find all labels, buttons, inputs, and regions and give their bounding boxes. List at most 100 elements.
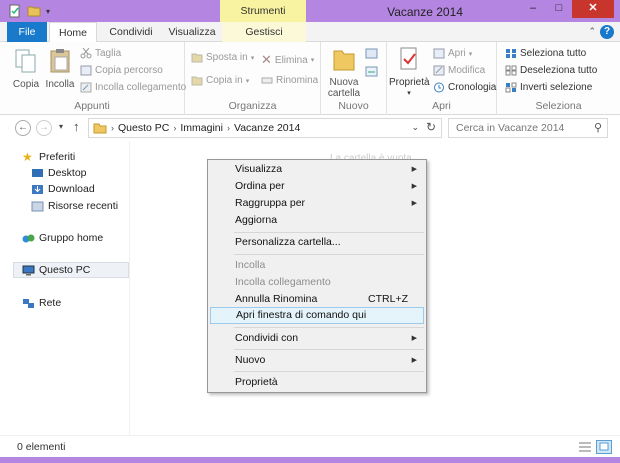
delete-button[interactable]: ✕ Elimina ▾ bbox=[261, 52, 314, 68]
select-none-button[interactable]: Deseleziona tutto bbox=[505, 65, 597, 76]
copy-button[interactable]: Copia bbox=[12, 48, 40, 90]
properties-dropdown-icon: ▾ bbox=[407, 90, 411, 97]
nav-recent-label: Risorse recenti bbox=[48, 200, 119, 212]
menu-sort-by-label: Ordina per bbox=[235, 180, 285, 192]
group-open-label: Apri bbox=[432, 100, 451, 112]
breadcrumb-pictures[interactable]: Immagini bbox=[180, 122, 223, 134]
delete-dropdown-icon: ▾ bbox=[310, 57, 315, 64]
select-all-button[interactable]: Seleziona tutto bbox=[505, 48, 586, 59]
menu-refresh[interactable]: Aggiorna bbox=[210, 212, 424, 229]
history-button[interactable]: Cronologia bbox=[433, 82, 496, 93]
copy-path-label: Copia percorso bbox=[95, 65, 163, 76]
search-icon[interactable]: ⚲ bbox=[594, 119, 602, 137]
menu-separator bbox=[234, 327, 424, 328]
group-select: Seleziona tutto Deseleziona tutto Invert… bbox=[497, 42, 620, 115]
menu-new[interactable]: Nuovo ▶ bbox=[210, 352, 424, 369]
tab-view[interactable]: Visualizza bbox=[162, 22, 222, 42]
help-icon[interactable]: ? bbox=[600, 25, 614, 39]
details-view-icon[interactable] bbox=[577, 440, 593, 454]
up-button[interactable]: ↑ bbox=[73, 119, 80, 134]
tab-share[interactable]: Condividi bbox=[100, 22, 162, 42]
address-dropdown-icon[interactable]: ⌄ bbox=[411, 122, 419, 133]
menu-open-command-window[interactable]: Apri finestra di comando qui bbox=[210, 307, 424, 324]
edit-button[interactable]: Modifica bbox=[433, 65, 485, 76]
new-folder-icon[interactable] bbox=[27, 4, 41, 18]
tab-home[interactable]: Home bbox=[49, 22, 97, 43]
nav-recent[interactable]: Risorse recenti bbox=[31, 200, 118, 212]
menu-view[interactable]: Visualizza ▶ bbox=[210, 161, 424, 178]
properties-big-icon bbox=[400, 47, 417, 70]
menu-share-with[interactable]: Condividi con ▶ bbox=[210, 330, 424, 347]
nav-download[interactable]: Download bbox=[31, 183, 95, 195]
customize-toolbar-icon[interactable]: ▾ bbox=[46, 7, 50, 16]
maximize-button[interactable]: □ bbox=[546, 0, 572, 18]
edit-icon bbox=[433, 65, 445, 76]
breadcrumb-current[interactable]: Vacanze 2014 bbox=[234, 122, 300, 134]
menu-customize-folder[interactable]: Personalizza cartella... bbox=[210, 234, 424, 251]
computer-icon bbox=[22, 265, 35, 275]
nav-this-pc[interactable]: Questo PC bbox=[13, 262, 129, 278]
tab-file[interactable]: File bbox=[7, 22, 47, 42]
edit-label: Modifica bbox=[448, 65, 486, 76]
status-bar: 0 elementi bbox=[0, 435, 620, 457]
menu-undo-rename[interactable]: Annulla Rinomina CTRL+Z bbox=[210, 291, 424, 308]
nav-homegroup[interactable]: Gruppo home bbox=[22, 232, 103, 244]
move-to-button[interactable]: Sposta in ▾ bbox=[191, 52, 254, 63]
menu-undo-rename-label: Annulla Rinomina bbox=[235, 293, 318, 305]
group-select-label: Seleziona bbox=[535, 100, 582, 112]
copy-label: Copia bbox=[12, 79, 40, 90]
menu-open-cmd-label: Apri finestra di comando qui bbox=[236, 309, 367, 321]
nav-favorites[interactable]: ★ Preferiti bbox=[22, 151, 75, 164]
new-folder-button[interactable]: Nuova cartella bbox=[327, 46, 361, 99]
new-item-icon[interactable] bbox=[365, 48, 379, 60]
menu-properties[interactable]: Proprietà bbox=[210, 374, 424, 391]
paste-button[interactable]: Incolla bbox=[44, 48, 76, 90]
address-bar[interactable]: › Questo PC › Immagini › Vacanze 2014 ⌄ … bbox=[88, 118, 442, 138]
collapse-ribbon-icon[interactable]: ⌃ bbox=[588, 26, 596, 37]
group-open: Proprietà ▾ Apri ▾ Modifica Cronologia Ap… bbox=[387, 42, 497, 115]
copy-icon bbox=[15, 49, 36, 73]
recent-places-icon bbox=[31, 201, 44, 211]
open-label: Apri bbox=[448, 48, 466, 59]
menu-undo-shortcut: CTRL+Z bbox=[368, 293, 408, 305]
close-button[interactable]: ✕ bbox=[572, 0, 614, 18]
menu-view-label: Visualizza bbox=[235, 163, 283, 175]
rename-icon bbox=[261, 77, 273, 84]
forward-button[interactable]: → bbox=[36, 120, 52, 136]
menu-paste-shortcut-label: Incolla collegamento bbox=[235, 276, 331, 288]
tab-manage[interactable]: Gestisci bbox=[222, 22, 306, 42]
menu-customize-label: Personalizza cartella... bbox=[235, 236, 341, 248]
copy-path-button[interactable]: Copia percorso bbox=[80, 65, 163, 76]
paste-icon bbox=[50, 49, 70, 73]
minimize-button[interactable]: – bbox=[520, 0, 546, 18]
nav-network[interactable]: Rete bbox=[22, 297, 61, 309]
cut-button[interactable]: Taglia bbox=[80, 48, 121, 59]
recent-locations-icon[interactable]: ▾ bbox=[59, 122, 63, 131]
refresh-icon[interactable]: ↻ bbox=[426, 120, 436, 134]
open-button[interactable]: Apri ▾ bbox=[433, 48, 472, 59]
invert-selection-button[interactable]: Inverti selezione bbox=[505, 82, 592, 93]
nav-desktop[interactable]: Desktop bbox=[31, 167, 87, 179]
back-button[interactable]: ← bbox=[15, 120, 31, 136]
properties-label: Proprietà bbox=[389, 77, 430, 88]
properties-button[interactable]: Proprietà ▾ bbox=[389, 46, 430, 99]
easy-access-icon[interactable] bbox=[365, 66, 379, 78]
properties-icon[interactable] bbox=[8, 4, 22, 18]
menu-separator bbox=[234, 371, 424, 372]
menu-paste-shortcut: Incolla collegamento bbox=[210, 274, 424, 291]
copy-to-button[interactable]: Copia in ▾ bbox=[191, 75, 249, 86]
large-icons-view-icon[interactable] bbox=[596, 440, 612, 454]
menu-share-with-label: Condividi con bbox=[235, 332, 299, 344]
menu-sort-by[interactable]: Ordina per ▶ bbox=[210, 178, 424, 195]
delete-label: Elimina bbox=[274, 54, 308, 66]
window-title: Vacanze 2014 bbox=[387, 5, 463, 19]
copy-path-icon bbox=[80, 65, 92, 76]
title-bar: ▾ Strumenti immagini Vacanze 2014 – □ ✕ bbox=[0, 0, 620, 39]
paste-shortcut-button[interactable]: Incolla collegamento bbox=[80, 82, 186, 93]
menu-group-by[interactable]: Raggruppa per ▶ bbox=[210, 195, 424, 212]
rename-button[interactable]: Rinomina bbox=[261, 75, 318, 86]
context-menu: Visualizza ▶ Ordina per ▶ Raggruppa per ▶ A… bbox=[207, 159, 427, 393]
breadcrumb-this-pc[interactable]: Questo PC bbox=[118, 122, 169, 134]
search-input[interactable]: Cerca in Vacanze 2014 ⚲ bbox=[448, 118, 608, 138]
network-icon bbox=[23, 298, 34, 308]
